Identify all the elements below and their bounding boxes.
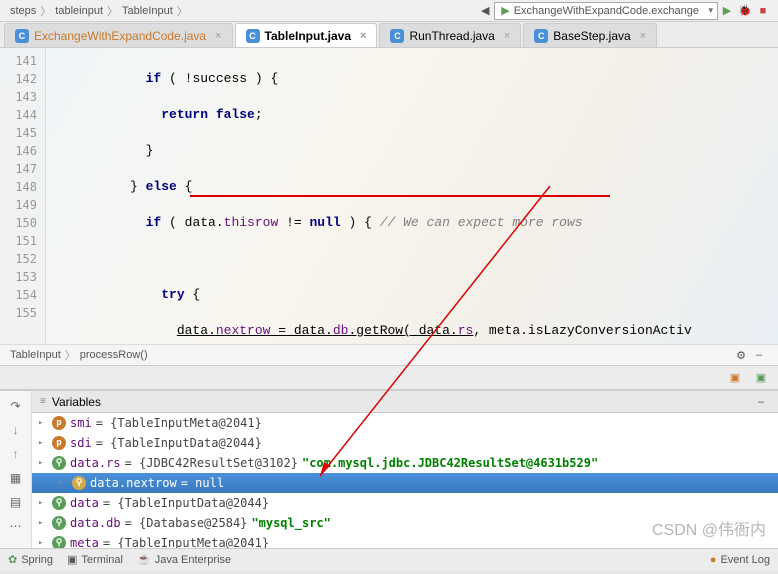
- step-up-icon[interactable]: ↑: [7, 445, 25, 463]
- tool-1-icon[interactable]: ▣: [726, 369, 744, 387]
- status-bar: ✿Spring ▣Terminal ☕Java Enterprise ●Even…: [0, 548, 778, 570]
- code-editor[interactable]: 1411421431441451461471481491501511521531…: [0, 48, 778, 344]
- crumb-class2[interactable]: TableInput: [10, 349, 61, 361]
- tab-tableinput[interactable]: CTableInput.java×: [235, 23, 378, 47]
- breadcrumb-top: steps〉 tableinput〉 TableInput〉 ◀ ▶Exchan…: [0, 0, 778, 22]
- vars-icon: ≡: [40, 396, 46, 407]
- close-icon[interactable]: ×: [640, 30, 646, 42]
- debug-toolbar: ▣ ▣: [0, 366, 778, 390]
- variable-row[interactable]: ▸p sdi = {TableInputData@2044}: [32, 433, 778, 453]
- java-class-icon: C: [15, 29, 29, 43]
- java-class-icon: C: [246, 29, 260, 43]
- frames-icon[interactable]: ▦: [7, 469, 25, 487]
- misc-icon[interactable]: ⋯: [7, 517, 25, 535]
- tool-2-icon[interactable]: ▣: [752, 369, 770, 387]
- variable-row[interactable]: ▸p smi = {TableInputMeta@2041}: [32, 413, 778, 433]
- variable-row[interactable]: ▸⚲ data.nextrow = null: [32, 473, 778, 493]
- tab-basestep[interactable]: CBaseStep.java×: [523, 23, 657, 47]
- variable-row[interactable]: ▸⚲ data = {TableInputData@2044}: [32, 493, 778, 513]
- step-down-icon[interactable]: ↓: [7, 421, 25, 439]
- crumb-steps[interactable]: steps: [6, 5, 40, 17]
- code-area[interactable]: if ( !success ) { return false; } } else…: [46, 48, 778, 344]
- close-icon[interactable]: ×: [360, 30, 366, 42]
- close-icon[interactable]: ×: [504, 30, 510, 42]
- minimize-icon[interactable]: –: [752, 393, 770, 411]
- editor-crumb-bar: TableInput〉processRow() ⚙ –: [0, 344, 778, 366]
- tab-runthread[interactable]: CRunThread.java×: [379, 23, 521, 47]
- event-log-tab[interactable]: ●Event Log: [710, 554, 770, 566]
- variable-row[interactable]: ▸⚲ data.db = {Database@2584} "mysql_src": [32, 513, 778, 533]
- repl-icon[interactable]: ▤: [7, 493, 25, 511]
- java-class-icon: C: [534, 29, 548, 43]
- run-config-dropdown[interactable]: ▶ExchangeWithExpandCode.exchange: [494, 2, 718, 20]
- nav-back-icon[interactable]: ◀: [476, 2, 494, 20]
- gear-icon[interactable]: ⚙: [732, 346, 750, 364]
- variable-row[interactable]: ▸⚲ meta = {TableInputMeta@2041}: [32, 533, 778, 548]
- java-class-icon: C: [390, 29, 404, 43]
- crumb-method[interactable]: processRow(): [80, 349, 148, 361]
- java-ee-tab[interactable]: ☕Java Enterprise: [137, 553, 231, 566]
- tab-exchange[interactable]: CExchangeWithExpandCode.java×: [4, 23, 233, 47]
- variables-title: Variables: [52, 395, 101, 409]
- debug-icon[interactable]: 🐞: [736, 2, 754, 20]
- close-icon[interactable]: ×: [215, 30, 221, 42]
- variable-row[interactable]: ▸⚲ data.rs = {JDBC42ResultSet@3102} "com…: [32, 453, 778, 473]
- terminal-tab[interactable]: ▣Terminal: [67, 553, 123, 566]
- crumb-class[interactable]: TableInput: [118, 5, 177, 17]
- stop-icon[interactable]: ■: [754, 2, 772, 20]
- step-over-icon[interactable]: ↷: [7, 397, 25, 415]
- editor-tabs: CExchangeWithExpandCode.java× CTableInpu…: [0, 22, 778, 48]
- variables-header: ≡ Variables –: [32, 391, 778, 413]
- run-icon[interactable]: ▶: [718, 2, 736, 20]
- line-gutter: 1411421431441451461471481491501511521531…: [0, 48, 46, 344]
- minimize-icon[interactable]: –: [750, 346, 768, 364]
- crumb-tableinput[interactable]: tableinput: [51, 5, 107, 17]
- debug-side-tools: ↷ ↓ ↑ ▦ ▤ ⋯: [0, 391, 32, 548]
- spring-tab[interactable]: ✿Spring: [8, 553, 53, 566]
- variables-tree[interactable]: ▸p smi = {TableInputMeta@2041}▸p sdi = {…: [32, 413, 778, 548]
